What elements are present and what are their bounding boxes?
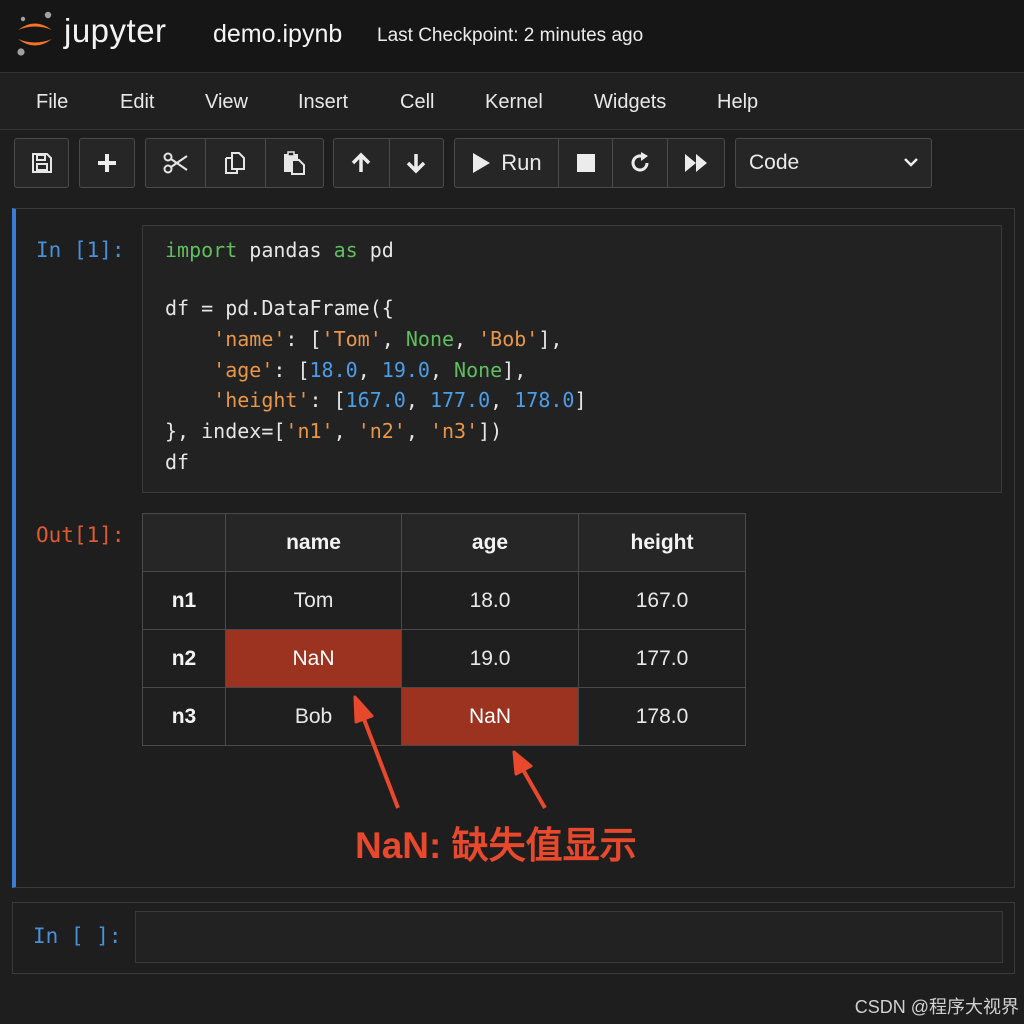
nan-annotation-label: NaN: 缺失值显示 <box>355 825 637 866</box>
input-prompt-empty: In [ ]: <box>33 924 122 948</box>
arrow-to-name-nan-icon <box>353 695 400 809</box>
annotation-arrows <box>353 695 547 809</box>
watermark: CSDN @程序大视界 <box>854 997 1019 1017</box>
code-editor-empty[interactable] <box>135 911 1003 963</box>
arrow-to-age-nan-icon <box>512 750 547 809</box>
